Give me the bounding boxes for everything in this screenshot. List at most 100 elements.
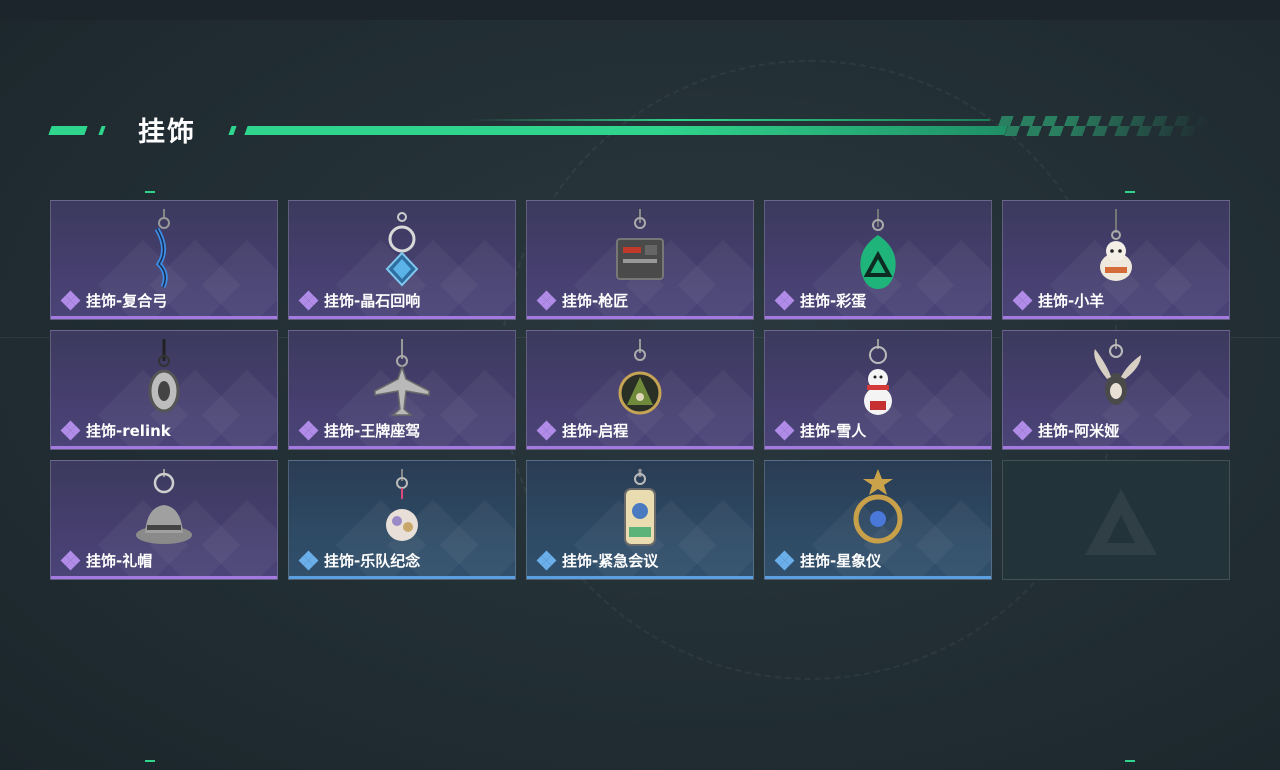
charm-name: 挂饰-星象仪 <box>800 552 882 570</box>
rarity-underline <box>51 576 277 579</box>
rarity-underline <box>51 446 277 449</box>
gunsmith-charm-icon <box>616 209 664 280</box>
charm-card[interactable]: 挂饰-小羊 <box>1002 200 1230 320</box>
rarity-underline <box>1003 446 1229 449</box>
header-accent-bar <box>228 126 237 135</box>
charm-card[interactable]: 挂饰-relink <box>50 330 278 450</box>
charm-card[interactable]: 挂饰-阿米娅 <box>1002 330 1230 450</box>
rarity-underline <box>289 316 515 319</box>
charm-label-group: 挂饰-relink <box>60 420 171 441</box>
rarity-underline <box>289 576 515 579</box>
section-header: 挂饰 <box>48 108 1212 148</box>
rarity-underline <box>527 316 753 319</box>
charm-name: 挂饰-复合弓 <box>86 292 168 310</box>
charm-label-group: 挂饰-乐队纪念 <box>298 550 421 571</box>
rarity-diamond-icon <box>60 550 81 571</box>
charm-label-group: 挂饰-星象仪 <box>774 550 882 571</box>
easter-egg-charm-icon <box>860 209 896 289</box>
charm-name: 挂饰-阿米娅 <box>1038 422 1120 440</box>
header-thin-line <box>470 119 990 121</box>
charm-name: 挂饰-晶石回响 <box>324 292 421 310</box>
charm-label-group: 挂饰-复合弓 <box>60 290 168 311</box>
rarity-diamond-icon <box>536 420 557 441</box>
charm-label-group: 挂饰-枪匠 <box>536 290 629 311</box>
charm-card[interactable]: 挂饰-雪人 <box>764 330 992 450</box>
charm-name: 挂饰-彩蛋 <box>800 292 867 310</box>
crystal-charm-icon <box>385 212 419 287</box>
charm-label-group: 挂饰-礼帽 <box>60 550 153 571</box>
rarity-diamond-icon <box>298 550 319 571</box>
charm-grid: 挂饰-复合弓 挂饰-晶石回响 挂饰-枪匠 挂饰-彩蛋 挂饰-小羊挂饰-relink 挂饰-… <box>50 200 1230 580</box>
rarity-diamond-icon <box>774 290 795 311</box>
rarity-underline <box>289 446 515 449</box>
relink-charm-icon <box>148 339 180 413</box>
rarity-diamond-icon <box>774 550 795 571</box>
charm-name: 挂饰-紧急会议 <box>562 552 659 570</box>
rarity-underline <box>765 446 991 449</box>
charm-card[interactable]: 挂饰-枪匠 <box>526 200 754 320</box>
charm-name: 挂饰-礼帽 <box>86 552 153 570</box>
top-strip <box>0 0 1280 20</box>
rarity-diamond-icon <box>536 290 557 311</box>
game-logo-icon <box>1085 489 1157 555</box>
charm-label-group: 挂饰-紧急会议 <box>536 550 659 571</box>
lamb-charm-icon <box>1100 209 1132 281</box>
charm-name: 挂饰-乐队纪念 <box>324 552 421 570</box>
rarity-diamond-icon <box>60 420 81 441</box>
charm-label-group: 挂饰-彩蛋 <box>774 290 867 311</box>
charm-name: 挂饰-王牌座驾 <box>324 422 421 440</box>
rarity-diamond-icon <box>1012 290 1033 311</box>
charm-card[interactable]: 挂饰-彩蛋 <box>764 200 992 320</box>
charm-label-group: 挂饰-启程 <box>536 420 629 441</box>
top-hat-charm-icon <box>136 469 192 544</box>
rarity-diamond-icon <box>298 290 319 311</box>
charm-card[interactable]: 挂饰-紧急会议 <box>526 460 754 580</box>
jet-charm-icon <box>374 339 430 416</box>
band-charm-icon <box>386 469 418 541</box>
header-stripe <box>244 126 1008 135</box>
charm-card[interactable]: 挂饰-启程 <box>526 330 754 450</box>
charm-name: 挂饰-relink <box>86 422 171 440</box>
rarity-underline <box>765 576 991 579</box>
corner-tick <box>145 191 155 193</box>
departure-charm-icon <box>618 339 662 415</box>
charm-label-group: 挂饰-小羊 <box>1012 290 1105 311</box>
charm-card[interactable]: 挂饰-礼帽 <box>50 460 278 580</box>
bow-charm-icon <box>154 209 170 289</box>
rarity-underline <box>527 446 753 449</box>
header-accent-bar <box>98 126 106 135</box>
charm-card[interactable]: 挂饰-星象仪 <box>764 460 992 580</box>
snowman-charm-icon <box>864 339 892 415</box>
header-accent-bar <box>48 126 88 135</box>
corner-tick <box>1125 760 1135 762</box>
charm-card[interactable]: 挂饰-王牌座驾 <box>288 330 516 450</box>
charm-label-group: 挂饰-晶石回响 <box>298 290 421 311</box>
corner-tick <box>145 760 155 762</box>
header-checker-pattern <box>994 116 1212 136</box>
empty-slot[interactable] <box>1002 460 1230 580</box>
charm-card[interactable]: 挂饰-乐队纪念 <box>288 460 516 580</box>
charm-name: 挂饰-启程 <box>562 422 629 440</box>
charm-card[interactable]: 挂饰-复合弓 <box>50 200 278 320</box>
corner-tick <box>1125 191 1135 193</box>
rarity-diamond-icon <box>60 290 81 311</box>
rarity-diamond-icon <box>774 420 795 441</box>
rarity-underline <box>527 576 753 579</box>
charm-name: 挂饰-雪人 <box>800 422 867 440</box>
rarity-underline <box>51 316 277 319</box>
charm-label-group: 挂饰-王牌座驾 <box>298 420 421 441</box>
charm-card[interactable]: 挂饰-晶石回响 <box>288 200 516 320</box>
rarity-diamond-icon <box>536 550 557 571</box>
rarity-underline <box>765 316 991 319</box>
amiya-charm-icon <box>1094 339 1141 405</box>
page-title: 挂饰 <box>138 117 196 148</box>
charm-label-group: 挂饰-雪人 <box>774 420 867 441</box>
astrolabe-charm-icon <box>853 469 903 544</box>
charm-label-group: 挂饰-阿米娅 <box>1012 420 1120 441</box>
emergency-meeting-charm-icon <box>624 469 656 546</box>
charm-name: 挂饰-小羊 <box>1038 292 1105 310</box>
rarity-underline <box>1003 316 1229 319</box>
rarity-diamond-icon <box>298 420 319 441</box>
rarity-diamond-icon <box>1012 420 1033 441</box>
charm-name: 挂饰-枪匠 <box>562 292 629 310</box>
